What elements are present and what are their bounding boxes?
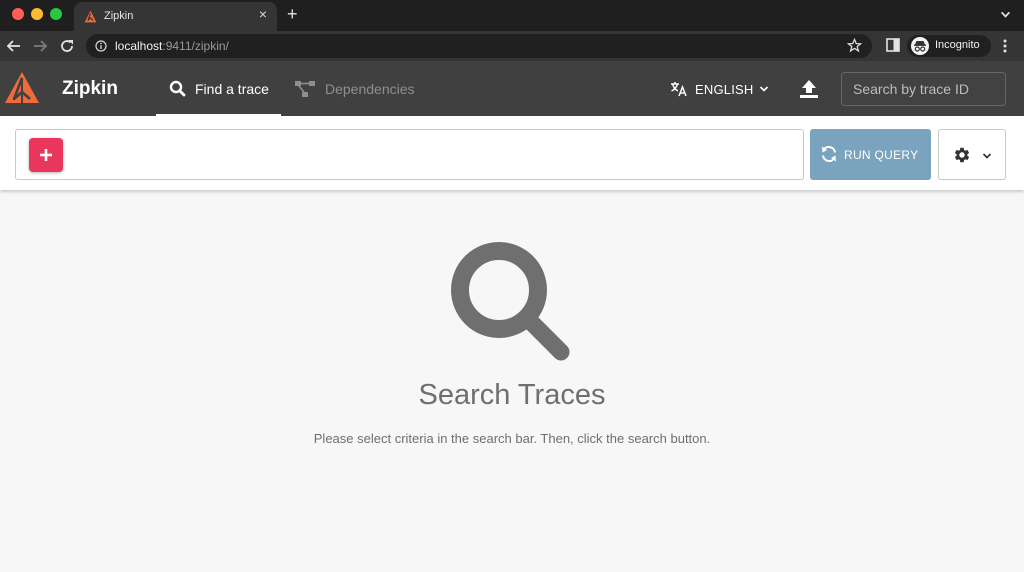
dependencies-icon xyxy=(295,81,315,97)
url-host: localhost xyxy=(115,39,163,53)
tab-close-icon[interactable]: × xyxy=(259,7,267,21)
run-query-button[interactable]: RUN QUERY xyxy=(810,129,931,180)
url-path: :9411/zipkin/ xyxy=(162,39,229,53)
tab-title: Zipkin xyxy=(104,10,134,22)
back-arrow-icon[interactable] xyxy=(5,37,23,55)
new-tab-button[interactable]: + xyxy=(287,5,298,23)
profile-label: Incognito xyxy=(935,39,980,51)
maximize-window-button[interactable] xyxy=(50,8,62,20)
url-text[interactable]: localhost:9411/zipkin/ xyxy=(115,39,229,53)
search-traces-empty-state: Search Traces Please select criteria in … xyxy=(0,190,1024,572)
site-info-icon[interactable] xyxy=(95,40,107,52)
plus-icon xyxy=(40,149,52,161)
incognito-icon xyxy=(911,37,929,55)
query-settings-button[interactable] xyxy=(938,129,1006,180)
minimize-window-button[interactable] xyxy=(31,8,43,20)
tab-find-a-trace-label: Find a trace xyxy=(195,81,269,97)
empty-state-description: Please select criteria in the search bar… xyxy=(313,431,711,446)
bookmark-star-icon[interactable] xyxy=(847,38,862,53)
close-window-button[interactable] xyxy=(12,8,24,20)
language-label: ENGLISH xyxy=(695,82,754,97)
zipkin-logo-icon[interactable] xyxy=(4,70,40,106)
browser-toolbar: localhost:9411/zipkin/ Incognito xyxy=(0,31,1024,61)
address-bar[interactable]: localhost:9411/zipkin/ xyxy=(86,34,872,58)
gear-icon xyxy=(954,147,970,163)
search-icon xyxy=(169,80,186,97)
reload-icon[interactable] xyxy=(58,37,76,55)
incognito-profile-button[interactable]: Incognito xyxy=(907,35,991,57)
brand-name[interactable]: Zipkin xyxy=(62,78,118,100)
upload-icon[interactable] xyxy=(799,79,819,99)
run-query-label: RUN QUERY xyxy=(844,148,919,162)
trace-id-search[interactable] xyxy=(841,72,1006,106)
forward-arrow-icon[interactable] xyxy=(31,37,49,55)
large-search-icon xyxy=(451,242,570,361)
side-panel-icon[interactable] xyxy=(886,38,900,52)
tab-dependencies-label: Dependencies xyxy=(325,81,415,97)
chevron-down-icon xyxy=(759,86,769,92)
browser-menu-icon[interactable] xyxy=(1003,39,1007,53)
search-criteria-input[interactable] xyxy=(15,129,804,180)
add-criteria-button[interactable] xyxy=(29,138,63,172)
translate-icon xyxy=(671,82,687,97)
query-bar: RUN QUERY xyxy=(0,116,1024,190)
zipkin-favicon-icon xyxy=(84,10,97,23)
tab-find-a-trace[interactable]: Find a trace xyxy=(156,61,281,116)
trace-id-input[interactable] xyxy=(842,73,1005,105)
chevron-down-icon xyxy=(982,153,992,159)
refresh-icon xyxy=(822,145,836,163)
empty-state-title: Search Traces xyxy=(418,379,606,411)
browser-tab-strip: Zipkin × + xyxy=(0,0,1024,31)
tab-dependencies[interactable]: Dependencies xyxy=(293,61,423,116)
app-header: Zipkin Find a trace Dependencies ENGLISH xyxy=(0,61,1024,116)
tab-search-chevron-icon[interactable] xyxy=(1000,9,1011,20)
browser-tab[interactable]: Zipkin × xyxy=(74,2,277,31)
